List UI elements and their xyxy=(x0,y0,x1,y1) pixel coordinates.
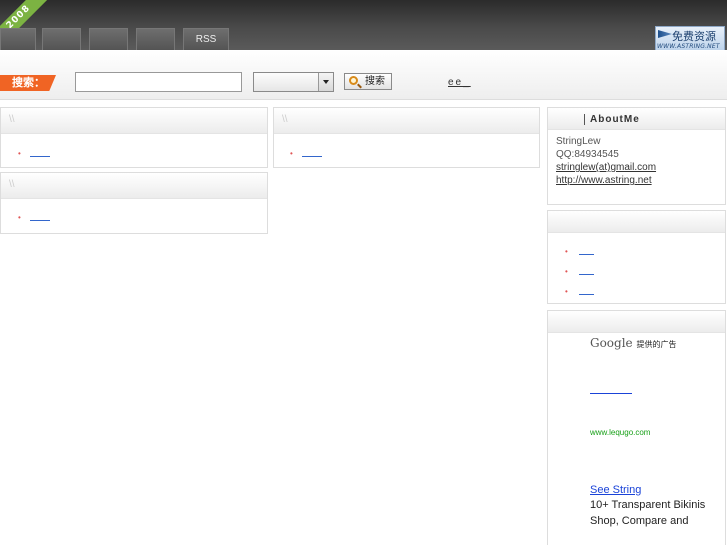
ad-title-link[interactable]: See String xyxy=(590,484,641,496)
logo-cn-text: 免费资源 xyxy=(672,30,716,43)
google-ads-box: Google 提供的广告 www.lequgo.com See String 1… xyxy=(547,310,726,545)
logo-arrow-icon xyxy=(658,30,672,38)
search-button-label: 搜索 xyxy=(365,76,385,87)
about-qq: QQ:84934545 xyxy=(556,149,619,160)
list-item: • xyxy=(1,199,267,222)
bullet-icon: • xyxy=(290,149,293,158)
ad-body-text: 10+ Transparent Bikinis Shop, Compare an… xyxy=(590,499,706,527)
about-me-box: AboutMe StringLew QQ:84934545 stringlew(… xyxy=(547,107,726,205)
chevron-down-icon xyxy=(323,80,329,84)
nav-tab-4[interactable] xyxy=(136,28,175,50)
nav-tab-1[interactable] xyxy=(0,28,36,50)
ad-first-link[interactable] xyxy=(590,393,632,394)
dropdown-arrow-button[interactable] xyxy=(318,73,333,91)
about-me-header: AboutMe xyxy=(548,108,725,130)
ads-header xyxy=(548,311,725,333)
content-panel-3: \\ • xyxy=(0,172,268,234)
site-logo[interactable]: 免费资源 WWW.ASTRING.NET xyxy=(655,26,725,50)
magnifier-icon xyxy=(349,76,358,85)
panel-header: \\ xyxy=(274,108,539,134)
google-logo: Google xyxy=(590,336,633,350)
google-ads-label: Google 提供的广告 xyxy=(590,336,676,350)
search-bar: 搜索： 搜索 ee_ xyxy=(0,50,727,100)
bullet-icon: • xyxy=(565,287,568,296)
bullet-icon: • xyxy=(18,149,21,158)
about-me-title: AboutMe xyxy=(584,114,640,125)
search-extra-link[interactable]: ee_ xyxy=(448,77,471,88)
content-panel-2: \\ • xyxy=(273,107,540,168)
logo-url-text: WWW.ASTRING.NET xyxy=(657,43,720,50)
search-category-select[interactable] xyxy=(253,72,334,92)
bullet-icon: • xyxy=(565,247,568,256)
sidebar-link-2[interactable] xyxy=(579,274,594,275)
sidebar-link-1[interactable] xyxy=(579,254,594,255)
nav-tab-rss[interactable]: RSS xyxy=(183,28,229,50)
panel-item-link[interactable] xyxy=(30,156,50,157)
google-ads-suffix: 提供的广告 xyxy=(636,340,677,349)
bullet-icon: • xyxy=(565,267,568,276)
list-item: • xyxy=(1,134,267,158)
about-name: StringLew xyxy=(556,136,601,147)
about-email-link[interactable]: stringlew(at)gmail.com xyxy=(556,162,656,173)
search-label: 搜索： xyxy=(0,75,56,91)
panel-slash-mark: \\ xyxy=(282,114,288,125)
nav-tab-2[interactable] xyxy=(42,28,81,50)
panel-item-link[interactable] xyxy=(30,220,50,221)
bullet-icon: • xyxy=(18,213,21,222)
search-button[interactable]: 搜索 xyxy=(344,73,392,90)
panel-slash-mark: \\ xyxy=(9,114,15,125)
list-item: • xyxy=(274,134,539,158)
panel-header: \\ xyxy=(1,108,267,134)
sidebar-links-header xyxy=(548,211,725,233)
nav-tab-3[interactable] xyxy=(89,28,128,50)
panel-item-link[interactable] xyxy=(302,156,322,157)
sidebar-links-box: • • • xyxy=(547,210,726,304)
sidebar-link-3[interactable] xyxy=(579,294,594,295)
panel-slash-mark: \\ xyxy=(9,179,15,190)
about-website-link[interactable]: http://www.astring.net xyxy=(556,175,652,186)
site-header: 2008 RSS 免费资源 WWW.ASTRING.NET xyxy=(0,0,727,50)
panel-header: \\ xyxy=(1,173,267,199)
ad-url[interactable]: www.lequgo.com xyxy=(590,428,650,437)
content-panel-1: \\ • xyxy=(0,107,268,168)
search-input[interactable] xyxy=(75,72,242,92)
